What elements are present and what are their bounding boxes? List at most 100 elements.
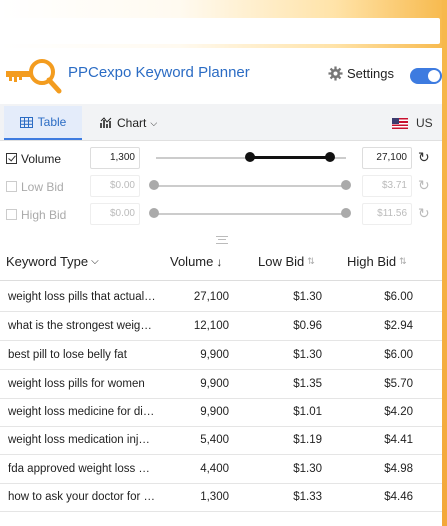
tab-chart[interactable]: Chart ⌵ [100,106,157,140]
table-header: Keyword Type ⌵ Volume ↓ Low Bid ⇅ High B… [0,244,442,281]
low-bid-min-input[interactable]: $0.00 [90,175,140,197]
keyword-cell: fda approved weight loss pills [8,463,156,475]
volume-cell: 12,100 [193,320,229,332]
country-label: US [416,116,433,130]
view-tabbar: Table Chart ⌵ US [0,104,442,141]
volume-max-handle[interactable] [325,152,335,162]
tab-chart-label: Chart [117,116,147,130]
volume-cell: 9,900 [200,406,229,418]
top-banner [0,0,447,48]
keyword-cell: weight loss medicine for diabetes [8,406,156,418]
chevron-down-icon: ⌵ [91,256,99,267]
high-bid-filter-row: High Bid $0.00 $11.56 ↻ [0,202,442,228]
volume-min-input[interactable]: 1,300 [90,147,140,169]
keyword-cell: how to ask your doctor for weight loss p… [8,491,156,503]
table-row[interactable]: fda approved weight loss pills 4,400 $1.… [0,455,442,484]
high-bid-cell: $4.20 [384,406,413,418]
volume-max-input[interactable]: 27,100 [362,147,412,169]
high-bid-cell: $6.00 [384,291,413,303]
high-bid-min-handle[interactable] [149,208,159,218]
high-bid-label: High Bid [21,208,67,222]
sort-icon: ⇅ [399,256,407,266]
banner-strip [4,18,440,44]
high-bid-cell: $4.41 [384,434,413,446]
settings-button[interactable]: Settings [328,66,394,81]
window-edge [442,0,447,526]
volume-checkbox[interactable] [6,153,17,164]
table-row[interactable]: best pill to lose belly fat 9,900 $1.30 … [0,341,442,370]
volume-cell: 27,100 [193,291,229,303]
table-row[interactable]: weight loss pills for women 9,900 $1.35 … [0,370,442,399]
volume-filter-row: Volume 1,300 27,100 ↻ [0,146,442,172]
low-bid-cell: $1.33 [293,491,322,503]
table-row[interactable]: how to ask your doctor for weight loss p… [0,483,442,512]
volume-label: Volume [21,152,62,166]
high-bid-cell: $4.46 [384,491,413,503]
column-header-volume[interactable]: Volume ↓ [170,254,222,269]
volume-reset-icon[interactable]: ↻ [418,149,430,166]
volume-cell: 1,300 [200,491,229,503]
column-header-high-bid-label: High Bid [347,254,397,269]
table-row[interactable]: weight loss medication injections 5,400 … [0,426,442,455]
column-header-low-bid-label: Low Bid [258,254,305,269]
sort-icon: ⇅ [307,256,315,266]
column-header-keyword-label: Keyword Type [6,254,89,269]
column-header-keyword[interactable]: Keyword Type ⌵ [6,254,99,269]
low-bid-cell: $1.30 [293,349,322,361]
keyword-cell: weight loss pills for women [8,378,145,390]
high-bid-cell: $5.70 [384,378,413,390]
tab-table[interactable]: Table [4,106,82,140]
settings-label: Settings [347,66,394,81]
low-bid-cell: $1.35 [293,378,322,390]
low-bid-label: Low Bid [21,180,64,194]
volume-slider-range [250,156,330,159]
volume-min-handle[interactable] [245,152,255,162]
table-row[interactable]: weight loss pills that actually work 27,… [0,283,442,312]
keyword-cell: weight loss medication injections [8,434,156,446]
column-header-high-bid[interactable]: High Bid ⇅ [347,254,407,269]
sort-desc-icon: ↓ [216,254,223,269]
table-row[interactable]: weight loss medicine for diabetes 9,900 … [0,398,442,427]
volume-cell: 5,400 [200,434,229,446]
table-row[interactable]: what is the strongest weight loss pill 1… [0,312,442,341]
high-bid-min-input[interactable]: $0.00 [90,203,140,225]
low-bid-max-handle[interactable] [341,180,351,190]
chevron-down-icon: ⌵ [150,117,158,128]
high-bid-max-handle[interactable] [341,208,351,218]
high-bid-cell: $6.00 [384,349,413,361]
high-bid-reset-icon[interactable]: ↻ [418,205,430,222]
app-header: PPCexpo Keyword Planner Settings [0,48,442,104]
keyword-cell: what is the strongest weight loss pill [8,320,156,332]
low-bid-cell: $0.96 [293,320,322,332]
high-bid-slider-track [154,213,346,215]
country-selector[interactable]: US [392,106,433,140]
low-bid-cell: $1.19 [293,434,322,446]
low-bid-cell: $1.01 [293,406,322,418]
column-header-low-bid[interactable]: Low Bid ⇅ [258,254,315,269]
magnifier-key-logo [6,59,62,94]
low-bid-min-handle[interactable] [149,180,159,190]
keyword-cell: best pill to lose belly fat [8,349,127,361]
volume-cell: 9,900 [200,378,229,390]
app-title: PPCexpo Keyword Planner [68,64,250,81]
low-bid-cell: $1.30 [293,463,322,475]
high-bid-max-input[interactable]: $11.56 [362,203,412,225]
high-bid-checkbox[interactable] [6,209,17,220]
bar-chart-icon [100,117,112,128]
low-bid-cell: $1.30 [293,291,322,303]
low-bid-reset-icon[interactable]: ↻ [418,177,430,194]
column-header-volume-label: Volume [170,254,214,269]
tab-table-label: Table [37,115,67,129]
low-bid-checkbox[interactable] [6,181,17,192]
toggle-switch[interactable] [410,68,442,84]
volume-cell: 9,900 [200,349,229,361]
high-bid-cell: $2.94 [384,320,413,332]
us-flag-icon [392,117,408,129]
low-bid-filter-row: Low Bid $0.00 $3.71 ↻ [0,174,442,200]
low-bid-max-input[interactable]: $3.71 [362,175,412,197]
keyword-cell: weight loss pills that actually work [8,291,156,303]
low-bid-slider-track [154,185,346,187]
gear-icon [328,66,343,81]
table-icon [19,116,33,128]
panel-resize-handle[interactable] [216,236,228,244]
